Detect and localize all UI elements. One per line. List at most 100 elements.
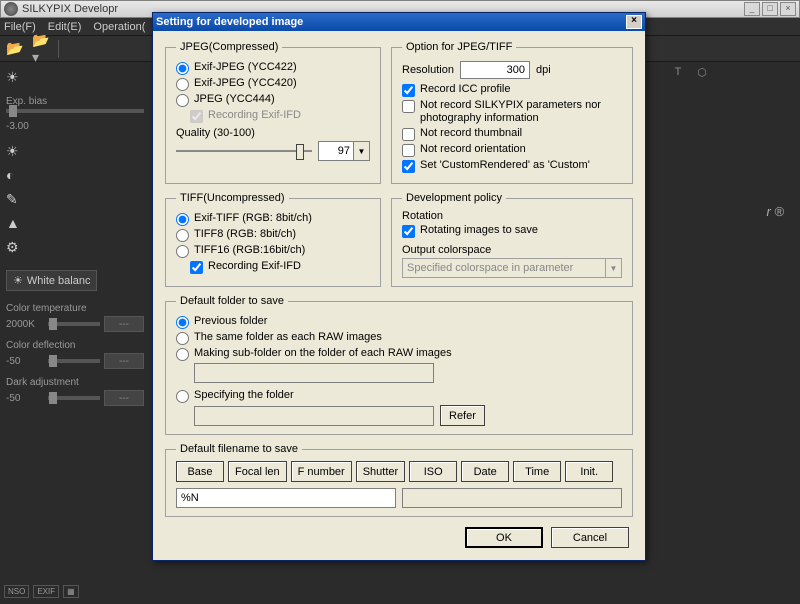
dialog-close-button[interactable]: ×: [626, 15, 642, 29]
quality-dropdown-arrow[interactable]: ▼: [354, 141, 370, 161]
policy-group: Development policy Rotation Rotating ima…: [391, 192, 633, 287]
brightness-icon[interactable]: ☀: [6, 68, 26, 86]
refer-button[interactable]: Refer: [440, 405, 485, 426]
time-button[interactable]: Time: [513, 461, 561, 482]
tiff8-radio[interactable]: [176, 229, 189, 242]
jpeg-ycc420-radio[interactable]: [176, 78, 189, 91]
menu-edit[interactable]: Edit(E): [48, 21, 82, 33]
tiff-group: TIFF(Uncompressed) Exif-TIFF (RGB: 8bit/…: [165, 192, 381, 287]
filename-legend: Default filename to save: [176, 443, 302, 455]
folder-sub-radio[interactable]: [176, 348, 189, 361]
contrast-icon[interactable]: ◐: [6, 166, 26, 184]
resolution-input[interactable]: [460, 61, 530, 79]
app-logo-icon: [4, 2, 18, 16]
bottom-strip: NSO EXIF ▦: [0, 578, 150, 604]
menu-operation[interactable]: Operation(: [93, 21, 145, 33]
tiff-exif-check-label: Recording Exif-IFD: [208, 260, 301, 273]
jpeg-ycc420-label: Exif-JPEG (YCC420): [194, 77, 297, 90]
white-balance-tab[interactable]: ☀ White balanc: [6, 270, 97, 291]
rotation-label: Rotation: [402, 210, 622, 222]
text-tool-icon[interactable]: T: [668, 62, 688, 82]
jpeg-exif-label: Recording Exif-IFD: [208, 109, 301, 122]
noorient-label: Not record orientation: [420, 143, 526, 156]
chip3[interactable]: ▦: [63, 585, 79, 598]
focal-button[interactable]: Focal len: [228, 461, 287, 482]
gear-icon[interactable]: ⚙: [6, 238, 26, 256]
minimize-button[interactable]: _: [744, 2, 760, 16]
quality-slider[interactable]: [176, 141, 312, 161]
jpeg-group: JPEG(Compressed) Exif-JPEG (YCC422) Exif…: [165, 41, 381, 184]
jpeg-ycc444-radio[interactable]: [176, 94, 189, 107]
jpeg-ycc422-radio[interactable]: [176, 62, 189, 75]
jpeg-legend: JPEG(Compressed): [176, 41, 282, 53]
dark-adj-slider[interactable]: [48, 396, 100, 400]
jpeg-ycc444-label: JPEG (YCC444): [194, 93, 275, 106]
wb-tab-label: White balanc: [27, 275, 91, 287]
chevron-down-icon: ▼: [605, 259, 621, 277]
folder-group: Default folder to save Previous folder T…: [165, 295, 633, 435]
ok-button[interactable]: OK: [465, 527, 543, 548]
folder-spec-radio[interactable]: [176, 390, 189, 403]
option-group: Option for JPEG/TIFF Resolution dpi Reco…: [391, 41, 633, 184]
date-button[interactable]: Date: [461, 461, 509, 482]
tiff8-label: TIFF8 (RGB: 8bit/ch): [194, 228, 296, 241]
policy-legend: Development policy: [402, 192, 506, 204]
exp-bias-label: Exp. bias: [6, 96, 144, 107]
filename-pattern-input[interactable]: [176, 488, 396, 508]
filename-preview-input: [402, 488, 622, 508]
open2-icon[interactable]: 📂▾: [32, 40, 50, 58]
exp-bias-slider[interactable]: [6, 109, 144, 113]
quality-input[interactable]: [318, 141, 354, 161]
noparam-check[interactable]: [402, 100, 415, 113]
fnumber-button[interactable]: F number: [291, 461, 352, 482]
open-icon[interactable]: 📂: [6, 40, 24, 58]
wb-icon[interactable]: ☀: [6, 142, 26, 160]
maximize-button[interactable]: □: [762, 2, 778, 16]
folder-same-radio[interactable]: [176, 332, 189, 345]
sun-icon: ☀: [13, 274, 23, 287]
nothumb-label: Not record thumbnail: [420, 127, 522, 140]
shutter-button[interactable]: Shutter: [356, 461, 405, 482]
folder-same-label: The same folder as each RAW images: [194, 331, 382, 344]
folder-legend: Default folder to save: [176, 295, 288, 307]
rotate-check[interactable]: [402, 225, 415, 238]
base-button[interactable]: Base: [176, 461, 224, 482]
menu-file[interactable]: File(F): [4, 21, 36, 33]
tiff-exif-label: Exif-TIFF (RGB: 8bit/ch): [194, 212, 312, 225]
custom-check[interactable]: [402, 160, 415, 173]
custom-label: Set 'CustomRendered' as 'Custom': [420, 159, 590, 172]
dark-adj-value: -50: [6, 393, 44, 404]
folder-spec-label: Specifying the folder: [194, 389, 294, 402]
close-button[interactable]: ×: [780, 2, 796, 16]
nso-chip[interactable]: NSO: [4, 585, 29, 598]
tiff-exif-check[interactable]: [190, 261, 203, 274]
cancel-button[interactable]: Cancel: [551, 527, 629, 548]
brush-icon[interactable]: ✎: [6, 190, 26, 208]
color-temp-slider[interactable]: [48, 322, 100, 326]
dialog-titlebar: Setting for developed image ×: [153, 13, 645, 31]
folder-prev-label: Previous folder: [194, 315, 267, 328]
folder-prev-radio[interactable]: [176, 316, 189, 329]
icc-check[interactable]: [402, 84, 415, 97]
noorient-check[interactable]: [402, 144, 415, 157]
subfolder-input: [194, 363, 434, 383]
exif-chip[interactable]: EXIF: [33, 585, 59, 598]
tiff16-radio[interactable]: [176, 245, 189, 258]
jpeg-ycc422-label: Exif-JPEG (YCC422): [194, 61, 297, 74]
exp-bias-value: -3.00: [6, 121, 144, 132]
color-temp-box[interactable]: ---: [104, 316, 144, 332]
option-legend: Option for JPEG/TIFF: [402, 41, 516, 53]
sharpen-icon[interactable]: ▲: [6, 214, 26, 232]
color-defl-box[interactable]: ---: [104, 353, 144, 369]
tiff-exif-radio[interactable]: [176, 213, 189, 226]
rotate-label: Rotating images to save: [420, 224, 538, 237]
hexagon-icon[interactable]: ⬡: [692, 62, 712, 82]
nothumb-check[interactable]: [402, 128, 415, 141]
init-button[interactable]: Init.: [565, 461, 613, 482]
specfolder-input: [194, 406, 434, 426]
jpeg-exif-check: [190, 110, 203, 123]
color-temp-label: Color temperature: [6, 303, 144, 314]
dark-adj-box[interactable]: ---: [104, 390, 144, 406]
color-defl-slider[interactable]: [48, 359, 100, 363]
iso-button[interactable]: ISO: [409, 461, 457, 482]
